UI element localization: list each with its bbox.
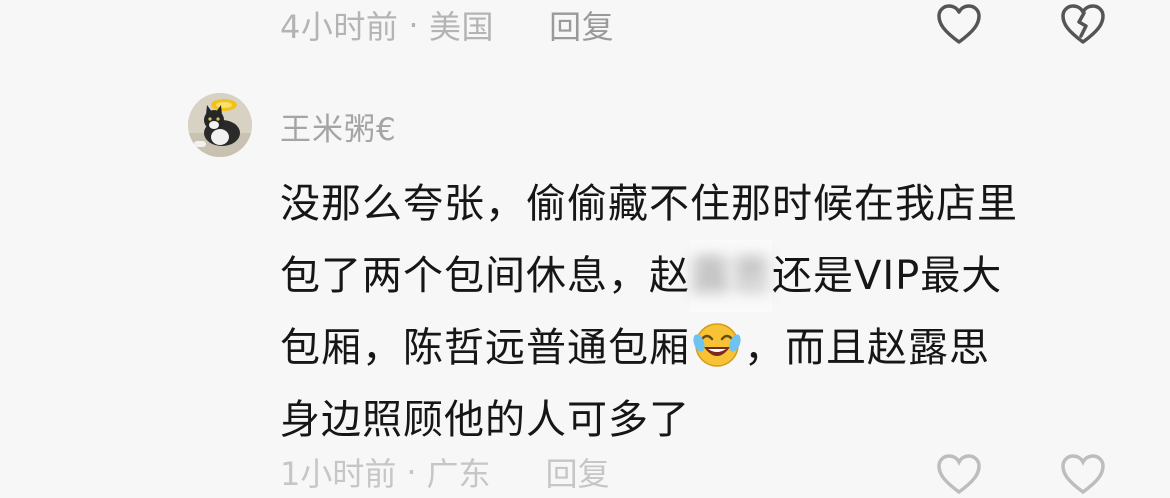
- meta-separator: ·: [406, 453, 417, 491]
- blurred-name: 露思: [690, 240, 772, 312]
- comment-location: 美国: [429, 8, 495, 46]
- avatar[interactable]: [188, 93, 252, 157]
- comment-line: 包了两个包间休息，赵露思还是VIP最大: [280, 240, 1120, 312]
- comment-body: 没那么夸张，偷偷藏不住那时候在我店里 包了两个包间休息，赵露思还是VIP最大 包…: [280, 168, 1120, 456]
- dislike-button[interactable]: [1058, 2, 1108, 48]
- next-reply-button[interactable]: 回复: [546, 449, 610, 495]
- comment-text-segment: ，而且赵露思: [744, 325, 990, 371]
- comment-text-segment: 还是VIP最大: [772, 253, 1003, 299]
- meta-separator: ·: [408, 6, 420, 44]
- heart-outline-icon: [937, 454, 981, 495]
- comment-text-segment: 包厢，陈哲远普通包厢: [280, 325, 690, 371]
- comment-text-segment: 没那么夸张，偷偷藏不住那时候在我店里: [280, 181, 1018, 227]
- comment-text-segment: 身边照顾他的人可多了: [280, 397, 690, 443]
- next-dislike-button[interactable]: [1058, 452, 1108, 498]
- comment-username[interactable]: 王米粥€: [280, 104, 397, 149]
- comment-line: 包厢，陈哲远普通包厢 ，而且赵露思: [280, 312, 1120, 384]
- comment-line: 没那么夸张，偷偷藏不住那时候在我店里: [280, 168, 1120, 240]
- broken-heart-icon: [1061, 454, 1105, 495]
- next-comment-location: 广东: [426, 455, 491, 493]
- next-like-button[interactable]: [934, 452, 984, 498]
- comment-text-segment: 包了两个包间休息，赵: [280, 253, 690, 299]
- cat-avatar-image: [188, 93, 252, 157]
- like-button[interactable]: [934, 2, 984, 48]
- comment-line: 身边照顾他的人可多了: [280, 384, 1120, 456]
- reply-button[interactable]: 回复: [549, 2, 614, 48]
- next-comment-meta: 1小时前 · 广东 回复: [280, 449, 610, 495]
- broken-heart-icon: [1061, 4, 1105, 44]
- heart-outline-icon: [937, 4, 981, 44]
- laughing-crying-emoji-icon: [693, 323, 741, 367]
- next-comment-time: 1小时前: [280, 455, 397, 493]
- comment-time: 4小时前: [280, 8, 399, 46]
- comment-meta: 4小时前 · 美国 回复: [280, 0, 614, 50]
